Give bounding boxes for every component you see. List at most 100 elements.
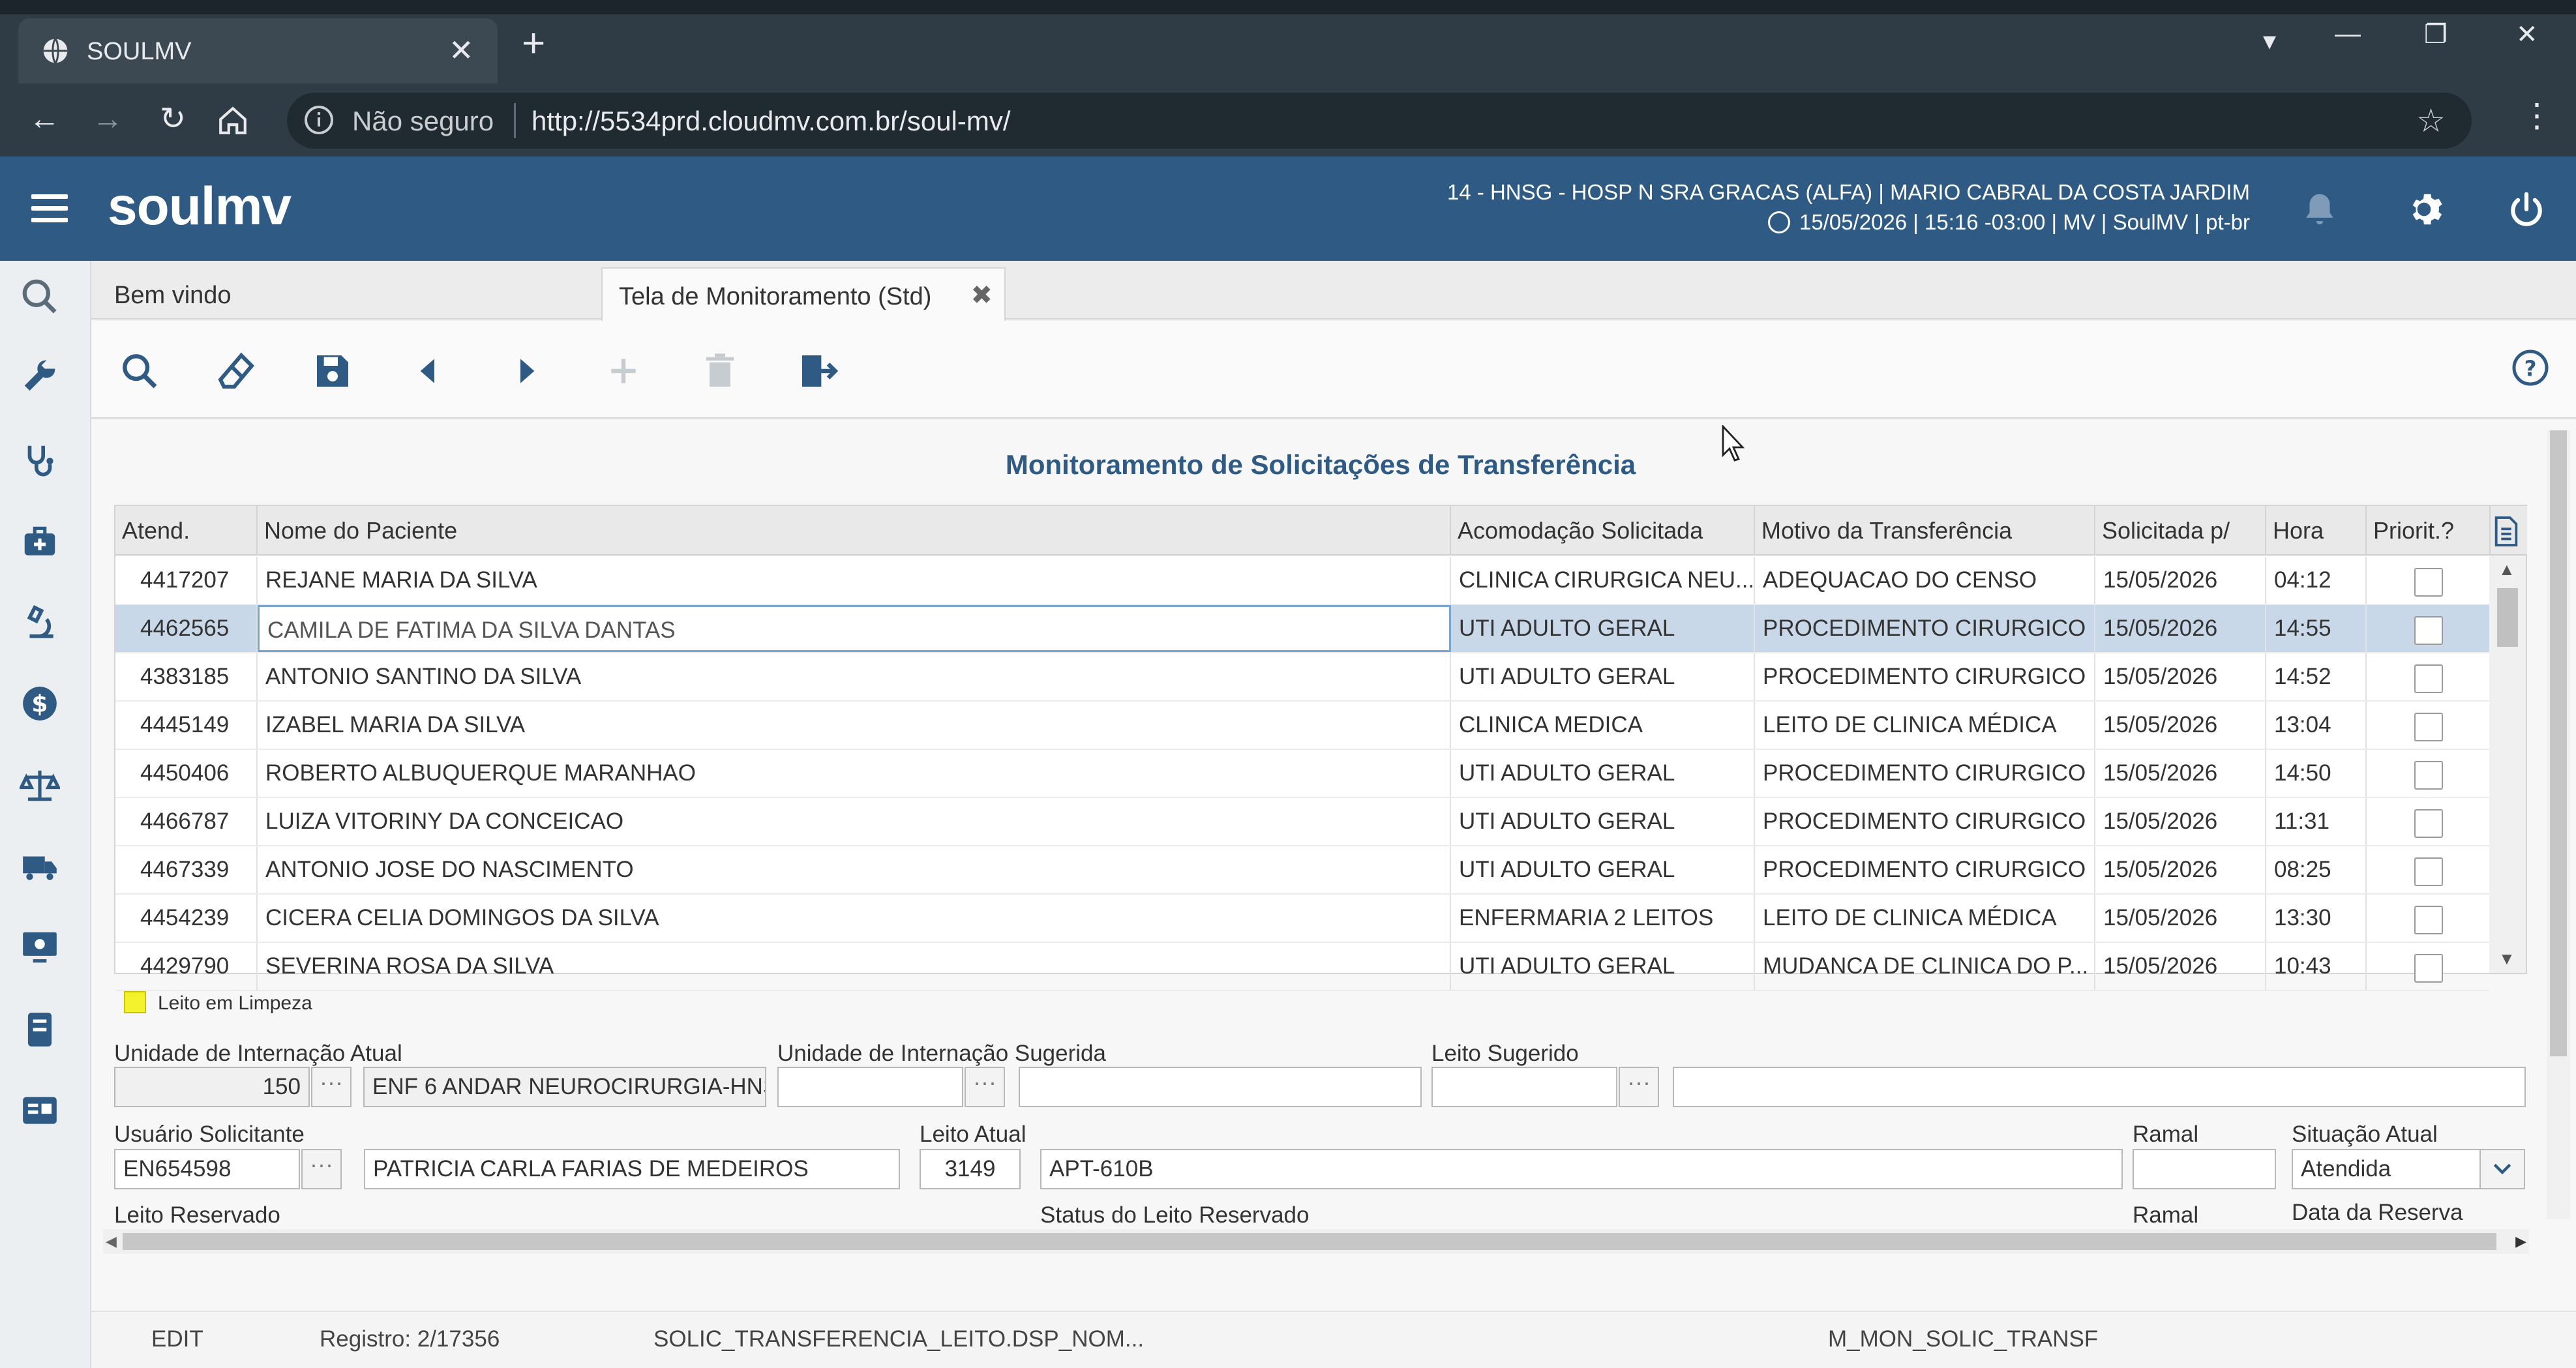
cell-hora[interactable]: 04:12 — [2266, 557, 2367, 604]
cell-acomod[interactable]: UTI ADULTO GERAL — [1451, 846, 1755, 893]
cell-acomod[interactable]: UTI ADULTO GERAL — [1451, 750, 1755, 797]
cell-nome[interactable]: CICERA CELIA DOMINGOS DA SILVA — [258, 895, 1451, 942]
unid-atual-desc-field[interactable]: ENF 6 ANDAR NEUROCIRURGIA-HNSG — [363, 1067, 766, 1107]
dollar-icon[interactable]: $ — [20, 683, 60, 724]
cell-hora[interactable]: 10:43 — [2266, 943, 2367, 990]
ramal-field[interactable] — [2133, 1149, 2276, 1189]
col-nome-paciente[interactable]: Nome do Paciente — [258, 506, 1451, 556]
hamburger-menu-icon[interactable] — [31, 194, 68, 223]
scale-icon[interactable] — [20, 766, 60, 806]
cell-data[interactable]: 15/05/2026 — [2095, 798, 2266, 845]
add-record-button[interactable] — [603, 350, 644, 392]
bell-icon[interactable] — [2299, 189, 2340, 230]
unid-sugerida-desc-field[interactable] — [1019, 1067, 1422, 1107]
leito-sugerido-desc-field[interactable] — [1673, 1067, 2526, 1107]
priority-checkbox[interactable] — [2414, 954, 2443, 983]
search-icon[interactable] — [20, 276, 60, 317]
col-hora[interactable]: Hora — [2266, 506, 2367, 556]
cell-nome[interactable]: ROBERTO ALBUQUERQUE MARANHAO — [258, 750, 1451, 797]
cell-data[interactable]: 15/05/2026 — [2095, 943, 2266, 990]
situacao-select[interactable]: Atendida — [2292, 1149, 2481, 1189]
priority-checkbox[interactable] — [2414, 616, 2443, 645]
cell-hora[interactable]: 14:52 — [2266, 653, 2367, 700]
close-icon[interactable]: ✖ — [970, 280, 993, 310]
clear-eraser-button[interactable] — [215, 350, 257, 392]
back-icon[interactable]: ← — [23, 98, 66, 141]
table-row[interactable]: 4454239 CICERA CELIA DOMINGOS DA SILVA ENF… — [115, 895, 2489, 943]
bookmark-star-icon[interactable]: ☆ — [2416, 102, 2446, 140]
grid-scrollbar[interactable]: ▲ ▼ — [2489, 556, 2526, 973]
grid-scroll-thumb[interactable] — [2497, 588, 2518, 647]
col-acomodacao[interactable]: Acomodação Solicitada — [1451, 506, 1755, 556]
window-close-icon[interactable]: ✕ — [2516, 20, 2538, 50]
server-icon[interactable] — [20, 1009, 60, 1050]
cell-acomod[interactable]: UTI ADULTO GERAL — [1451, 798, 1755, 845]
reload-icon[interactable]: ↻ — [151, 98, 194, 141]
cell-data[interactable]: 15/05/2026 — [2095, 750, 2266, 797]
table-row[interactable]: 4417207 REJANE MARIA DA SILVA CLINICA CIRU… — [115, 557, 2489, 605]
priority-checkbox[interactable] — [2414, 809, 2443, 838]
home-icon[interactable] — [217, 104, 249, 137]
cell-hora[interactable]: 08:25 — [2266, 846, 2367, 893]
previous-record-button[interactable] — [408, 350, 450, 392]
table-row[interactable]: 4445149 IZABEL MARIA DA SILVA CLINICA MEDI… — [115, 702, 2489, 750]
truck-icon[interactable] — [20, 846, 60, 887]
col-solicitada[interactable]: Solicitada p/ — [2095, 506, 2266, 556]
stethoscope-icon[interactable] — [20, 441, 60, 481]
leito-sugerido-lov-button[interactable]: ··· — [1619, 1067, 1659, 1107]
cell-hora[interactable]: 11:31 — [2266, 798, 2367, 845]
cell-nome[interactable]: ANTONIO SANTINO DA SILVA — [258, 653, 1451, 700]
save-button[interactable] — [312, 350, 353, 392]
info-icon[interactable] — [303, 104, 335, 136]
cell-nome[interactable]: ANTONIO JOSE DO NASCIMENTO — [258, 846, 1451, 893]
tab-tela-monitoramento[interactable]: Tela de Monitoramento (Std) ✖ — [601, 267, 1006, 321]
col-atend[interactable]: Atend. — [115, 506, 258, 556]
page-scroll-thumb[interactable] — [2550, 430, 2567, 1056]
id-card-icon[interactable] — [20, 1090, 60, 1131]
priority-checkbox[interactable] — [2414, 568, 2443, 597]
cell-hora[interactable]: 14:55 — [2266, 605, 2367, 652]
cell-motivo[interactable]: ADEQUACAO DO CENSO — [1755, 557, 2095, 604]
search-button[interactable] — [119, 350, 160, 392]
table-row[interactable]: 4467339 ANTONIO JOSE DO NASCIMENTO UTI ADU… — [115, 846, 2489, 895]
exit-button[interactable] — [797, 350, 839, 392]
scroll-up-icon[interactable]: ▲ — [2498, 559, 2515, 580]
close-tab-icon[interactable]: ✕ — [449, 33, 474, 68]
unid-atual-code-field[interactable]: 150 — [114, 1067, 310, 1107]
hscroll-thumb[interactable] — [123, 1233, 2496, 1250]
tab-bem-vindo[interactable]: Bem vindo — [114, 267, 532, 321]
new-tab-icon[interactable]: + — [522, 23, 545, 64]
cell-atend[interactable]: 4417207 — [115, 557, 258, 604]
scroll-right-icon[interactable]: ▶ — [2515, 1233, 2526, 1250]
form-horizontal-scrollbar[interactable]: ◀ ▶ — [103, 1229, 2529, 1254]
col-motivo[interactable]: Motivo da Transferência — [1755, 506, 2095, 556]
table-row[interactable]: 4450406 ROBERTO ALBUQUERQUE MARANHAO UTI A… — [115, 750, 2489, 798]
address-bar[interactable]: Não seguro http://5534prd.cloudmv.com.br… — [287, 93, 2472, 149]
unid-atual-lov-button[interactable]: ··· — [311, 1067, 352, 1107]
unid-sugerida-code-field[interactable] — [777, 1067, 963, 1107]
priority-checkbox[interactable] — [2414, 906, 2443, 934]
table-row[interactable]: 4466787 LUIZA VITORINY DA CONCEICAO UTI AD… — [115, 798, 2489, 846]
cell-acomod[interactable]: CLINICA CIRURGICA NEU... — [1451, 557, 1755, 604]
usuario-lov-button[interactable]: ··· — [301, 1149, 342, 1189]
scroll-left-icon[interactable]: ◀ — [106, 1233, 117, 1250]
cell-atend[interactable]: 4450406 — [115, 750, 258, 797]
cell-data[interactable]: 15/05/2026 — [2095, 702, 2266, 749]
power-icon[interactable] — [2506, 189, 2547, 230]
cell-motivo[interactable]: LEITO DE CLINICA MÉDICA — [1755, 895, 2095, 942]
table-row[interactable]: 4429790 SEVERINA ROSA DA SILVA UTI ADULTO … — [115, 943, 2489, 991]
cell-motivo[interactable]: LEITO DE CLINICA MÉDICA — [1755, 702, 2095, 749]
col-priorit[interactable]: Priorit.? — [2367, 506, 2491, 556]
unid-sugerida-lov-button[interactable]: ··· — [965, 1067, 1005, 1107]
cell-atend[interactable]: 4454239 — [115, 895, 258, 942]
export-document-icon[interactable] — [2493, 516, 2519, 546]
cell-motivo[interactable]: PROCEDIMENTO CIRURGICO — [1755, 653, 2095, 700]
cell-atend[interactable]: 4466787 — [115, 798, 258, 845]
chevron-down-icon[interactable] — [2479, 1149, 2525, 1189]
restore-icon[interactable]: ❐ — [2424, 20, 2448, 50]
browser-tab[interactable]: SOULMV ✕ — [18, 18, 498, 83]
cell-nome[interactable]: CAMILA DE FATIMA DA SILVA DANTAS — [258, 605, 1451, 652]
table-row[interactable]: 4462565 CAMILA DE FATIMA DA SILVA DANTAS U… — [115, 605, 2489, 653]
table-row[interactable]: 4383185 ANTONIO SANTINO DA SILVA UTI ADULT… — [115, 653, 2489, 702]
cell-data[interactable]: 15/05/2026 — [2095, 605, 2266, 652]
